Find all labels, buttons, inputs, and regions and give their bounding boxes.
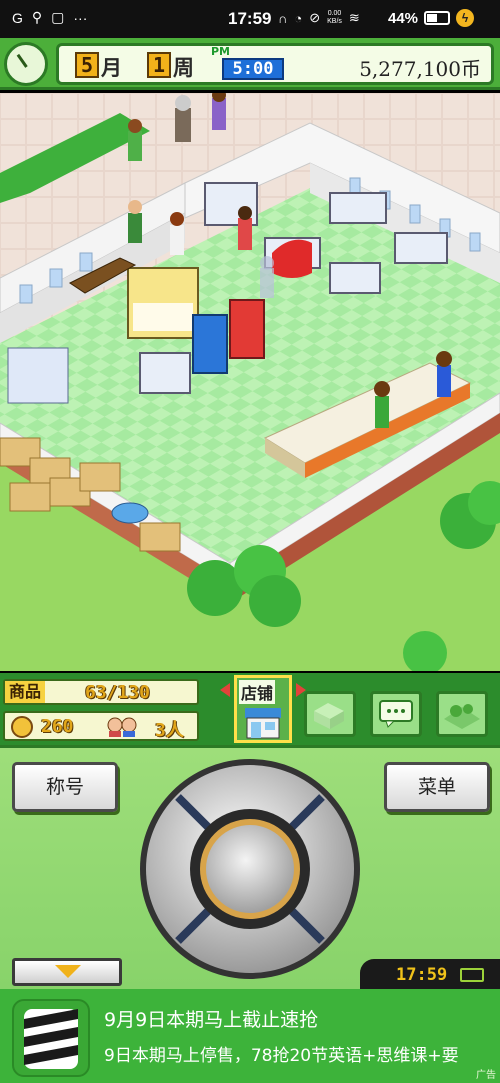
device-battery-icon	[460, 968, 484, 982]
tab-shop[interactable]: 店铺	[234, 675, 292, 743]
net-speed: 0.00 KB/s	[327, 10, 342, 26]
down-arrow-icon	[55, 965, 81, 978]
device-clock: 17:59	[360, 959, 500, 992]
signal-icon: G	[12, 9, 23, 26]
mute-icon: ⊘	[309, 10, 321, 25]
net-speed-value: 0.00	[327, 10, 342, 17]
zebra-logo-graphic	[24, 1009, 78, 1069]
month-unit: 月	[101, 56, 122, 80]
store-scene-illustration	[0, 93, 500, 671]
direction-pad[interactable]	[138, 757, 362, 981]
controller-area: 称号 菜单 17:59	[0, 745, 500, 992]
title-button[interactable]: 称号	[12, 762, 118, 812]
game-time: 5:00	[222, 58, 284, 80]
status-bar: G ⚲ ▢ ··· 17:59 ∩ ◔ ⊘ 0.00 KB/s ≋ 44% ϟ	[0, 0, 500, 38]
more-icon: ···	[73, 9, 88, 26]
game-screen: G ⚲ ▢ ··· 17:59 ∩ ◔ ⊘ 0.00 KB/s ≋ 44% ϟ …	[0, 0, 500, 1083]
speech-bubble-icon	[379, 700, 413, 728]
headset-icon: ∩	[278, 10, 288, 26]
boxes-icon	[314, 703, 344, 729]
alarm-icon: ◔	[294, 10, 303, 26]
status-left: G ⚲ ▢ ···	[12, 9, 87, 26]
week-unit: 周	[173, 56, 194, 80]
tab-messages[interactable]	[370, 691, 422, 737]
customers-value: 3人	[155, 720, 184, 741]
battery-status: 44% ϟ	[388, 9, 475, 27]
shop-tab-label: 店铺	[239, 680, 276, 704]
week-number: 1	[147, 52, 171, 78]
device-clock-time: 17:59	[396, 965, 448, 985]
menu-button[interactable]: 菜单	[384, 762, 490, 812]
battery-icon	[424, 11, 451, 25]
ad-label: 广告	[476, 1070, 496, 1081]
game-top-bar: 5 月 1 周 PM 5:00 5,277,100币	[0, 38, 500, 90]
tab-left-arrow-icon[interactable]	[220, 683, 230, 697]
game-scene[interactable]	[0, 93, 500, 671]
collapse-button[interactable]	[12, 958, 122, 986]
zebra-logo-icon	[12, 999, 90, 1077]
goods-value: 63/130	[85, 682, 151, 703]
status-icons: ∩ ◔ ⊘ 0.00 KB/s ≋	[278, 10, 360, 26]
info-panel: 商品 63/130 260 3人 店铺	[0, 673, 500, 745]
tab-map[interactable]	[436, 691, 488, 737]
ad-title: 9月9日本期马上截止速抢	[104, 1009, 319, 1031]
net-speed-unit: KB/s	[327, 18, 342, 25]
goods-stat: 商品 63/130	[3, 679, 199, 705]
status-time: 17:59	[228, 9, 272, 28]
goods-label: 商品	[5, 681, 46, 703]
month-number: 5	[75, 52, 99, 78]
notification-icon: ▢	[51, 9, 65, 25]
money-amount: 5,277,100币	[359, 57, 481, 81]
tab-goods[interactable]	[304, 691, 356, 737]
wifi-icon: ≋	[348, 10, 360, 25]
battery-percent: 44%	[388, 9, 419, 27]
location-icon: ⚲	[31, 9, 43, 25]
town-map-icon	[444, 704, 480, 729]
popularity-stat: 260 3人	[3, 711, 199, 741]
ad-subtitle: 9日本期马上停售，78抢20节英语+思维课+要	[104, 1046, 459, 1066]
speed-clock-icon[interactable]	[4, 42, 48, 86]
date-money-panel: 5 月 1 周 PM 5:00 5,277,100币	[56, 43, 494, 85]
popularity-value: 260	[41, 716, 74, 737]
shop-icon	[245, 708, 281, 739]
smiley-icon	[11, 716, 33, 738]
ad-banner[interactable]: 9月9日本期马上截止速抢 9日本期马上停售，78抢20节英语+思维课+要 广告	[0, 989, 500, 1083]
charging-icon: ϟ	[456, 9, 475, 27]
customers-icon	[107, 717, 137, 737]
ampm-label: PM	[211, 45, 231, 58]
